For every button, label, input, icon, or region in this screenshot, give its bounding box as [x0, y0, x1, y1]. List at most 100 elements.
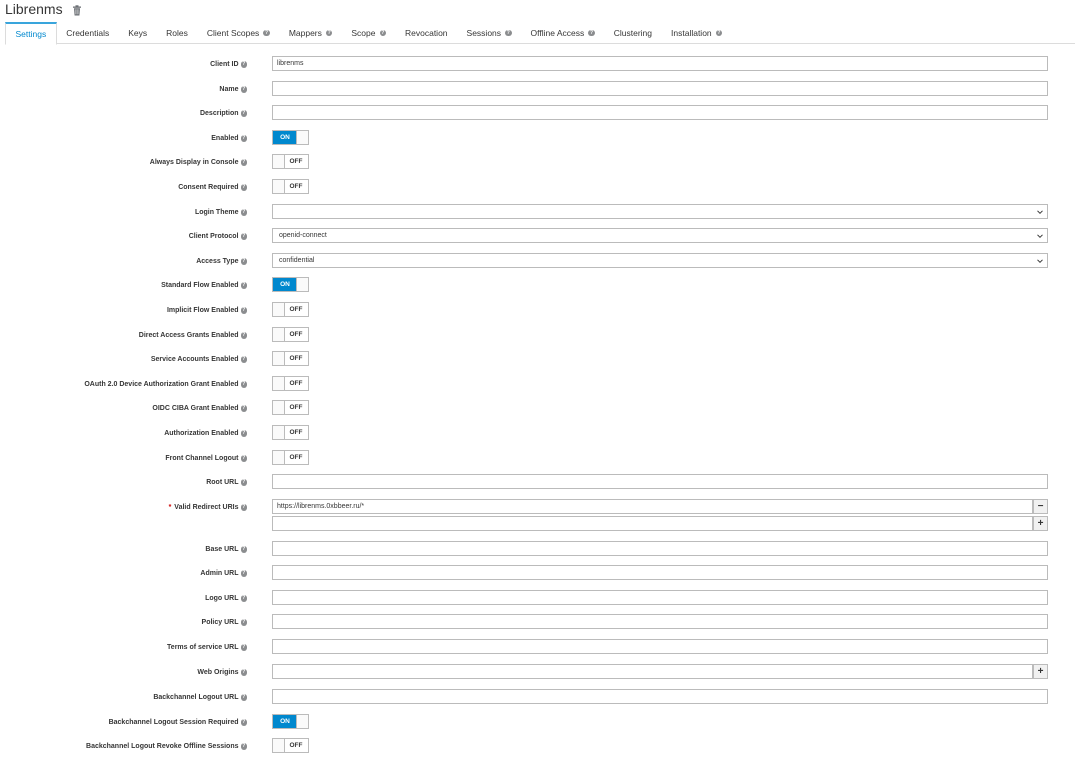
selected-value: openid-connect [279, 232, 327, 239]
help-icon[interactable]: ? [240, 546, 247, 553]
help-icon[interactable]: ? [240, 61, 247, 68]
help-icon[interactable]: ? [240, 405, 247, 412]
help-icon[interactable]: ? [240, 307, 247, 314]
selected-value: confidential [279, 257, 315, 264]
form-row-web-origins: Web Origins? + [0, 664, 1075, 681]
implicit-flow-toggle[interactable]: OFF [272, 302, 309, 317]
tab-label: Scope [351, 27, 376, 38]
name-input[interactable] [272, 81, 1048, 96]
help-icon[interactable]: ? [379, 29, 386, 37]
tab-client-scopes[interactable]: Client Scopes? [197, 22, 279, 44]
help-icon[interactable]: ? [240, 282, 247, 289]
form-row-admin-url: Admin URL? [0, 565, 1075, 582]
toggle-state-label: OFF [284, 155, 308, 168]
help-icon[interactable]: ? [240, 159, 247, 166]
tab-clustering[interactable]: Clustering [604, 22, 661, 44]
remove-uri-button[interactable]: − [1033, 499, 1048, 514]
help-icon[interactable]: ? [240, 455, 247, 462]
toggle-state-label: OFF [284, 180, 308, 193]
help-icon[interactable]: ? [240, 719, 247, 726]
help-icon[interactable]: ? [715, 29, 723, 37]
web-origins-input[interactable] [272, 664, 1033, 679]
help-icon[interactable]: ? [240, 209, 247, 216]
help-icon[interactable]: ? [240, 430, 247, 437]
logo-url-input[interactable] [272, 590, 1048, 605]
backchannel-url-input[interactable] [272, 689, 1048, 704]
tab-revocation[interactable]: Revocation [396, 22, 458, 44]
help-icon[interactable]: ? [240, 479, 247, 486]
admin-url-input[interactable] [272, 565, 1048, 580]
help-icon[interactable]: ? [240, 595, 247, 602]
toggle-knob [296, 131, 308, 144]
trash-icon[interactable] [72, 4, 82, 16]
client-id-input[interactable]: librenms [272, 56, 1048, 71]
direct-access-toggle[interactable]: OFF [272, 327, 309, 342]
front-channel-toggle[interactable]: OFF [272, 450, 309, 465]
field-label: Front Channel Logout? [165, 450, 247, 467]
help-icon[interactable]: ? [240, 135, 247, 142]
consent-required-toggle[interactable]: OFF [272, 179, 309, 194]
help-icon[interactable]: ? [505, 29, 512, 37]
tab-keys[interactable]: Keys [119, 22, 157, 44]
service-accounts-toggle[interactable]: OFF [272, 351, 309, 366]
enabled-toggle[interactable]: ON [272, 130, 309, 145]
required-mark: * [168, 504, 172, 511]
tab-installation[interactable]: Installation? [662, 22, 732, 44]
field-label: OAuth 2.0 Device Authorization Grant Ena… [84, 376, 247, 393]
help-icon[interactable]: ? [240, 110, 247, 117]
standard-flow-toggle[interactable]: ON [272, 277, 309, 292]
tab-offline-access[interactable]: Offline Access? [521, 22, 604, 44]
field-label: Name? [219, 81, 247, 98]
tab-label: Sessions [466, 27, 502, 38]
client-protocol-select[interactable]: openid-connect [272, 228, 1048, 243]
add-origin-button[interactable]: + [1033, 664, 1048, 679]
form-row-enabled: Enabled? ON [0, 130, 1075, 147]
access-type-select[interactable]: confidential [272, 253, 1048, 268]
help-icon[interactable]: ? [240, 381, 247, 388]
redirect-uri-input[interactable]: https://librenms.0xbbeer.ru/* [272, 499, 1033, 514]
form-row-consent-required: Consent Required? OFF [0, 179, 1075, 196]
field-label-text: Client Protocol [188, 233, 239, 240]
toggle-state-label: ON [273, 131, 297, 144]
help-icon[interactable]: ? [263, 29, 270, 37]
help-icon[interactable]: ? [325, 29, 333, 37]
help-icon[interactable]: ? [240, 504, 247, 511]
tab-mappers[interactable]: Mappers? [279, 22, 342, 44]
device-grant-toggle[interactable]: OFF [272, 376, 309, 391]
help-icon[interactable]: ? [240, 233, 247, 240]
help-icon[interactable]: ? [240, 743, 247, 750]
toggle-knob [273, 328, 285, 341]
form-row-policy-url: Policy URL? [0, 614, 1075, 631]
help-icon[interactable]: ? [588, 29, 595, 37]
always-display-toggle[interactable]: OFF [272, 154, 309, 169]
help-icon[interactable]: ? [240, 258, 247, 265]
add-uri-button[interactable]: + [1033, 516, 1048, 531]
tab-scope[interactable]: Scope? [342, 22, 396, 44]
tab-roles[interactable]: Roles [157, 22, 198, 44]
help-icon[interactable]: ? [240, 332, 247, 339]
help-icon[interactable]: ? [240, 619, 247, 626]
toggle-state-label: OFF [284, 303, 308, 316]
field-label: Web Origins? [197, 664, 247, 681]
help-icon[interactable]: ? [240, 356, 247, 363]
login-theme-select[interactable] [272, 204, 1048, 219]
help-icon[interactable]: ? [240, 644, 247, 651]
authorization-toggle[interactable]: OFF [272, 425, 309, 440]
tos-url-input[interactable] [272, 639, 1048, 654]
backchannel-revoke-toggle[interactable]: OFF [272, 738, 309, 753]
help-icon[interactable]: ? [240, 86, 247, 93]
root-url-input[interactable] [272, 474, 1048, 489]
ciba-toggle[interactable]: OFF [272, 400, 309, 415]
redirect-uri-input[interactable] [272, 516, 1033, 531]
base-url-input[interactable] [272, 541, 1048, 556]
help-icon[interactable]: ? [240, 694, 247, 701]
help-icon[interactable]: ? [240, 570, 247, 577]
help-icon[interactable]: ? [240, 669, 247, 676]
help-icon[interactable]: ? [240, 184, 247, 191]
backchannel-session-toggle[interactable]: ON [272, 714, 309, 729]
tab-sessions[interactable]: Sessions? [457, 22, 521, 44]
description-input[interactable] [272, 105, 1048, 120]
tab-credentials[interactable]: Credentials [57, 22, 119, 44]
tab-settings[interactable]: Settings [5, 22, 57, 45]
policy-url-input[interactable] [272, 614, 1048, 629]
